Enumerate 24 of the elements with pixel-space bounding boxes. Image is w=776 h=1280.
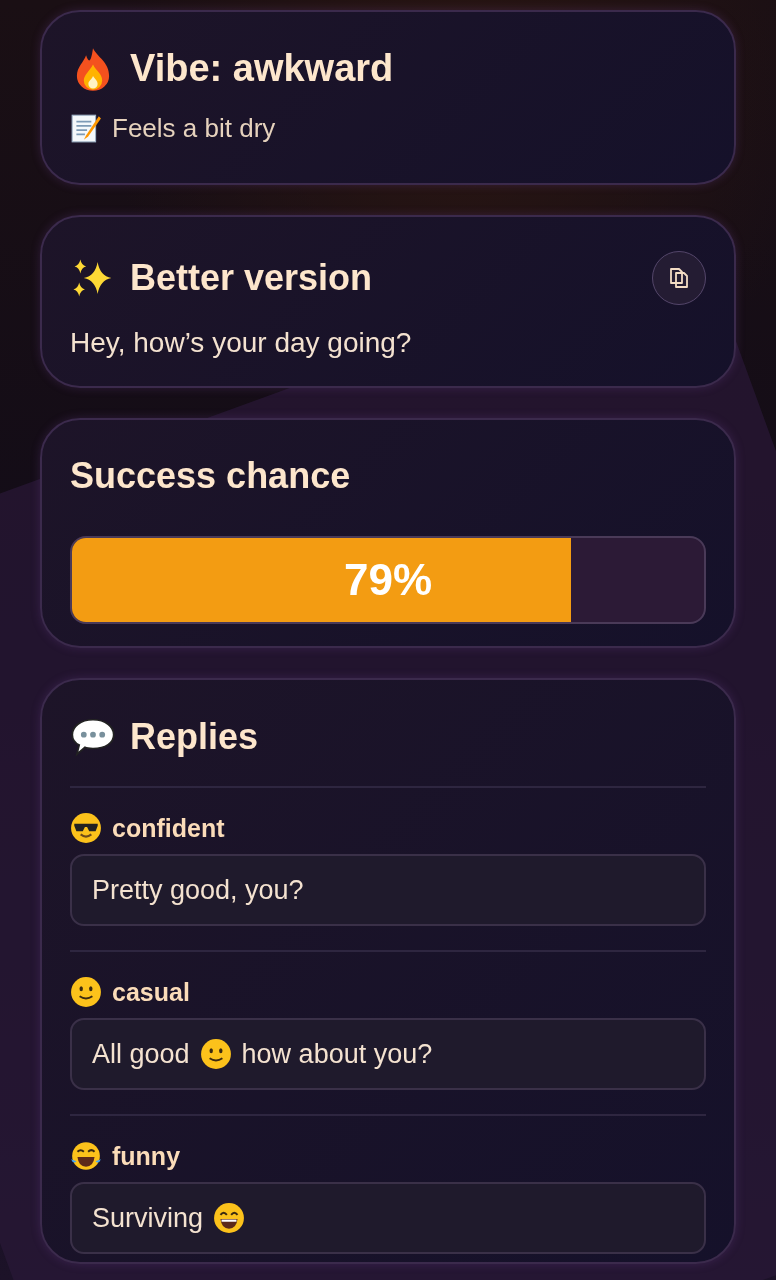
tone-label: funny <box>112 1141 181 1171</box>
success-reading: 79% <box>342 554 434 605</box>
copy-button[interactable] <box>652 251 706 305</box>
success-title: Success chance <box>70 456 352 496</box>
better-version-title: Better version <box>130 258 373 298</box>
vibe-note: Feels a bit dry <box>112 112 276 144</box>
reply-text: how about you? <box>241 1038 433 1070</box>
reply-option[interactable]: All good how about you? <box>70 1018 706 1090</box>
vibe-title: Vibe: awkward <box>130 48 394 90</box>
sunglasses-face-icon <box>70 812 102 844</box>
smiling-face-icon <box>70 976 102 1008</box>
reply-option[interactable]: Pretty good, you? <box>70 854 706 926</box>
laughing-tears-face-icon <box>70 1140 102 1172</box>
grinning-face-icon <box>213 1202 246 1234</box>
reply-text: Pretty good, you? <box>92 874 304 906</box>
reply-text: Surviving <box>92 1202 204 1234</box>
better-version-text: Hey, how’s your day going? <box>70 327 413 359</box>
tone-label: confident <box>112 813 225 843</box>
replies-title: Replies <box>130 717 259 757</box>
smiling-face-icon <box>199 1038 232 1070</box>
reply-text: All good <box>92 1038 190 1070</box>
memo-icon <box>70 112 102 144</box>
tone-label: casual <box>112 977 190 1007</box>
reply-option[interactable]: Surviving <box>70 1182 706 1254</box>
